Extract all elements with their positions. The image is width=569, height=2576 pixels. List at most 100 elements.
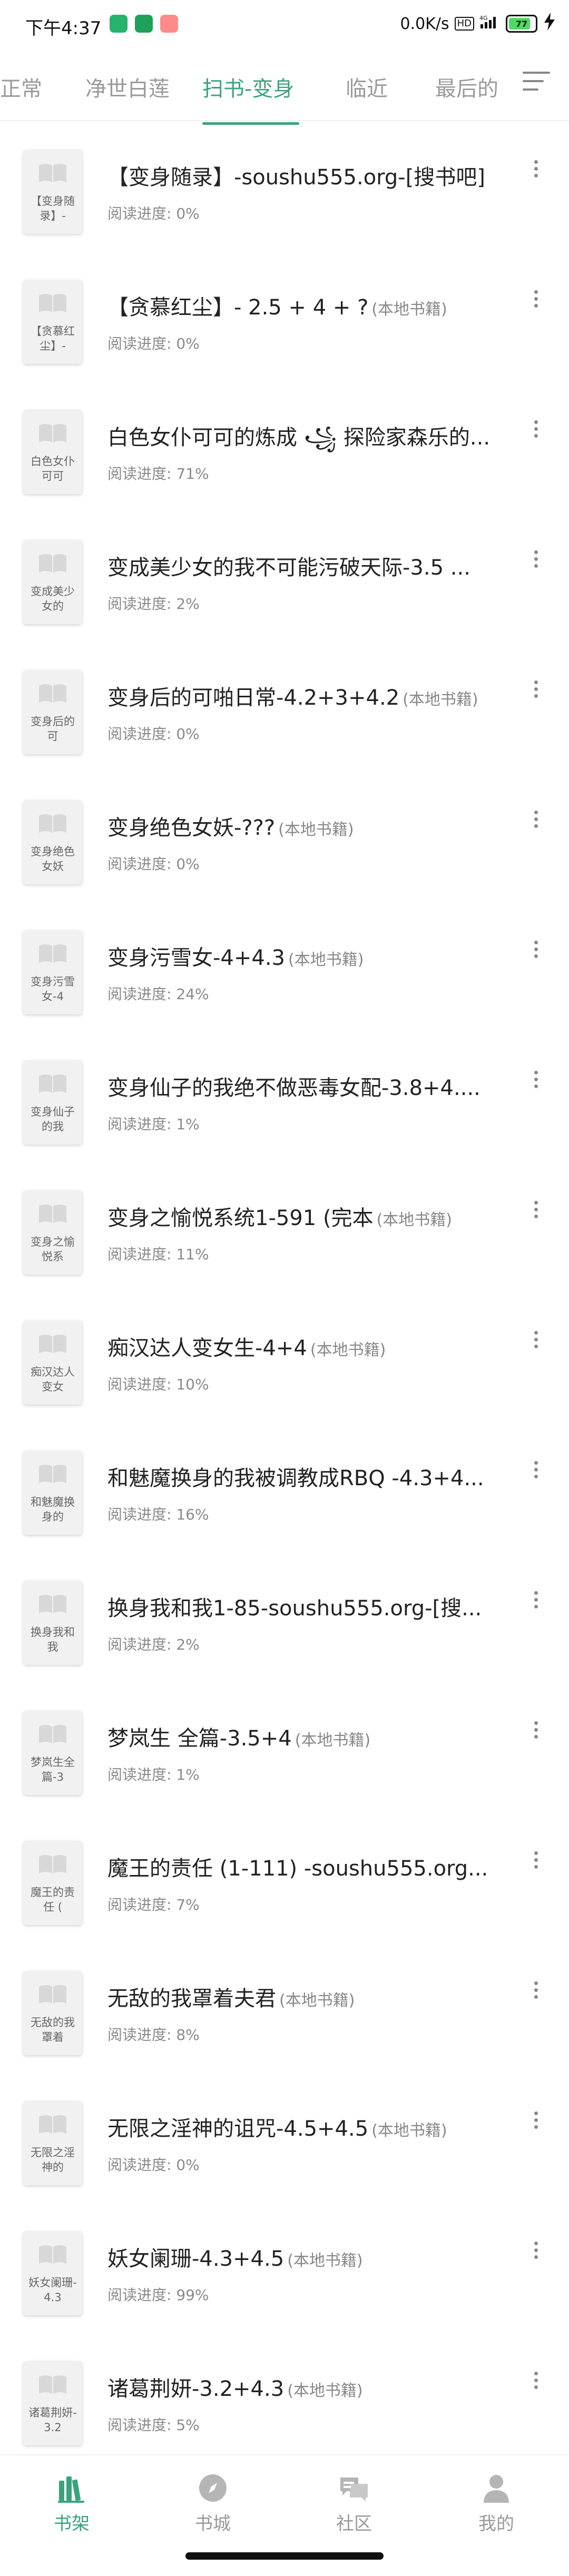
book-title-text: 妖女阑珊-4.3+4.5 xyxy=(107,2247,284,2271)
book-list-item[interactable]: 变身污雪女-4 变身污雪女-4+4.3 (本地书籍) 阅读进度: 24% xyxy=(0,903,569,1033)
tab-zuihou[interactable]: 最后的 xyxy=(435,72,498,102)
book-cover[interactable]: 【变身随录】- xyxy=(23,150,82,234)
book-cover-title: 变成美少女的 xyxy=(31,585,75,613)
more-options-icon[interactable] xyxy=(534,1851,539,1869)
battery-level: 77 xyxy=(515,18,528,29)
book-cover[interactable]: 梦岚生全篇-3 xyxy=(23,1711,82,1795)
nav-bookstore[interactable]: 书城 xyxy=(160,2471,266,2535)
more-options-icon[interactable] xyxy=(534,2372,539,2389)
book-title[interactable]: 变成美少女的我不可能污破天际-3.5 ... xyxy=(107,550,497,581)
book-list-item[interactable]: 变成美少女的 变成美少女的我不可能污破天际-3.5 ... 阅读进度: 2% xyxy=(0,512,569,643)
local-book-tag: (本地书籍) xyxy=(371,2121,447,2140)
book-cover[interactable]: 诸葛荆妍-3.2 xyxy=(23,2361,82,2445)
book-list-item[interactable]: 变身后的可 变身后的可啪日常-4.2+3+4.2 (本地书籍) 阅读进度: 0% xyxy=(0,643,569,773)
book-title[interactable]: 变身后的可啪日常-4.2+3+4.2 (本地书籍) xyxy=(107,680,497,711)
more-options-icon[interactable] xyxy=(534,160,539,177)
book-list-item[interactable]: 无敌的我罩着 无敌的我罩着夫君 (本地书籍) 阅读进度: 8% xyxy=(0,1943,569,2074)
book-title[interactable]: 妖女阑珊-4.3+4.5 (本地书籍) xyxy=(107,2242,497,2272)
book-title[interactable]: 无限之淫神的诅咒-4.5+4.5 (本地书籍) xyxy=(107,2111,497,2142)
book-cover-title: 无限之淫神的 xyxy=(31,2146,75,2174)
more-options-icon[interactable] xyxy=(534,420,539,438)
more-options-icon[interactable] xyxy=(534,1591,539,1608)
more-options-icon[interactable] xyxy=(534,290,539,308)
tab-linjin[interactable]: 临近 xyxy=(346,72,388,102)
more-options-icon[interactable] xyxy=(534,680,539,698)
book-placeholder-icon xyxy=(39,1595,66,1613)
book-placeholder-icon xyxy=(39,1335,66,1353)
book-list-item[interactable]: 和魅魔换身的 和魅魔换身的我被调教成RBQ -4.3+4... 阅读进度: 16% xyxy=(0,1423,569,1553)
more-options-icon[interactable] xyxy=(534,2111,539,2129)
book-cover[interactable]: 痴汉达人变女 xyxy=(23,1320,82,1405)
book-cover[interactable]: 变身仙子的我 xyxy=(23,1060,82,1144)
book-title[interactable]: 【贪慕红尘】- 2.5 + 4 + ? (本地书籍) xyxy=(107,290,497,321)
book-title[interactable]: 变身之愉悦系统1-591 (完本 (本地书籍) xyxy=(107,1201,497,1231)
book-title[interactable]: 变身绝色女妖-??? (本地书籍) xyxy=(107,811,497,841)
book-title[interactable]: 变身污雪女-4+4.3 (本地书籍) xyxy=(107,941,497,971)
more-options-icon[interactable] xyxy=(534,1981,539,1999)
more-options-icon[interactable] xyxy=(534,1721,539,1739)
book-cover[interactable]: 魔王的责任 ( xyxy=(23,1841,82,1925)
reading-progress: 阅读进度: 11% xyxy=(107,1246,209,1263)
local-book-tag: (本地书籍) xyxy=(376,1211,452,1229)
nav-mine[interactable]: 我的 xyxy=(444,2471,549,2535)
tab-saoshu-bianshen[interactable]: 扫书-变身 xyxy=(202,72,294,102)
book-cover[interactable]: 变身污雪女-4 xyxy=(23,930,82,1014)
book-title[interactable]: 梦岚生 全篇-3.5+4 (本地书籍) xyxy=(107,1721,497,1752)
nav-bookshelf[interactable]: 书架 xyxy=(19,2471,124,2535)
book-list-item[interactable]: 白色女仆可可 白色女仆可可的炼成 ꧁ 探险家森乐的... 阅读进度: 71% xyxy=(0,382,569,512)
book-list-item[interactable]: 变身绝色女妖 变身绝色女妖-??? (本地书籍) 阅读进度: 0% xyxy=(0,773,569,903)
more-options-icon[interactable] xyxy=(534,1461,539,1478)
more-options-icon[interactable] xyxy=(534,550,539,568)
more-options-icon[interactable] xyxy=(534,1201,539,1218)
book-title[interactable]: 诸葛荆妍-3.2+4.3 (本地书籍) xyxy=(107,2372,497,2402)
battery-icon: 77 xyxy=(506,15,537,33)
book-cover[interactable]: 变身绝色女妖 xyxy=(23,800,82,884)
book-title[interactable]: 无敌的我罩着夫君 (本地书籍) xyxy=(107,1981,497,2012)
book-title[interactable]: 【变身随录】-soushu555.org-[搜书吧] xyxy=(107,160,497,191)
book-placeholder-icon xyxy=(39,164,66,182)
book-list-item[interactable]: 无限之淫神的 无限之淫神的诅咒-4.5+4.5 (本地书籍) 阅读进度: 0% xyxy=(0,2074,569,2204)
book-title[interactable]: 换身我和我1-85-soushu555.org-[搜... xyxy=(107,1591,497,1622)
book-list-item[interactable]: 换身我和我 换身我和我1-85-soushu555.org-[搜... 阅读进度: … xyxy=(0,1553,569,1683)
book-list-item[interactable]: 妖女阑珊-4.3 妖女阑珊-4.3+4.5 (本地书籍) 阅读进度: 99% xyxy=(0,2204,569,2334)
book-list-item[interactable]: 变身之愉悦系 变身之愉悦系统1-591 (完本 (本地书籍) 阅读进度: 11% xyxy=(0,1163,569,1293)
more-options-icon[interactable] xyxy=(534,811,539,828)
more-options-icon[interactable] xyxy=(534,1071,539,1088)
book-title[interactable]: 和魅魔换身的我被调教成RBQ -4.3+4... xyxy=(107,1461,497,1492)
book-title[interactable]: 白色女仆可可的炼成 ꧁ 探险家森乐的... xyxy=(107,420,497,464)
book-cover[interactable]: 妖女阑珊-4.3 xyxy=(23,2231,82,2315)
book-list-item[interactable]: 魔王的责任 (魔王的责任 (1-111) -soushu555.org... 阅读… xyxy=(0,1813,569,1943)
book-cover[interactable]: 变身后的可 xyxy=(23,670,82,754)
more-options-icon[interactable] xyxy=(534,941,539,958)
book-title[interactable]: 魔王的责任 (1-111) -soushu555.org... xyxy=(107,1851,497,1882)
book-placeholder-icon xyxy=(39,2115,66,2134)
book-title[interactable]: 痴汉达人变女生-4+4 (本地书籍) xyxy=(107,1331,497,1361)
book-cover[interactable]: 无敌的我罩着 xyxy=(23,1971,82,2055)
chat-icon xyxy=(340,2478,368,2502)
book-cover[interactable]: 变身之愉悦系 xyxy=(23,1190,82,1275)
more-options-icon[interactable] xyxy=(534,1331,539,1348)
more-options-icon[interactable] xyxy=(534,2242,539,2259)
reading-progress: 阅读进度: 0% xyxy=(107,855,200,873)
tab-normal[interactable]: 正常 xyxy=(0,72,42,102)
book-cover[interactable]: 无限之淫神的 xyxy=(23,2101,82,2185)
book-list-item[interactable]: 变身仙子的我 变身仙子的我绝不做恶毒女配-3.8+4.... 阅读进度: 1% xyxy=(0,1033,569,1163)
book-title[interactable]: 变身仙子的我绝不做恶毒女配-3.8+4.... xyxy=(107,1071,497,1101)
book-list-item[interactable]: 【贪慕红尘】- 【贪慕红尘】- 2.5 + 4 + ? (本地书籍) 阅读进度: 0% xyxy=(0,252,569,382)
book-cover[interactable]: 【贪慕红尘】- xyxy=(23,280,82,364)
book-list-item[interactable]: 梦岚生全篇-3 梦岚生 全篇-3.5+4 (本地书籍) 阅读进度: 1% xyxy=(0,1683,569,1813)
book-cover[interactable]: 变成美少女的 xyxy=(23,540,82,624)
book-list-item[interactable]: 【变身随录】- 【变身随录】-soushu555.org-[搜书吧] 阅读进度: 0… xyxy=(0,122,569,252)
book-cover[interactable]: 白色女仆可可 xyxy=(23,410,82,494)
home-indicator[interactable] xyxy=(185,2552,384,2560)
book-title-text: 变身之愉悦系统1-591 (完本 xyxy=(107,1206,374,1230)
nav-community[interactable]: 社区 xyxy=(301,2471,407,2535)
book-cover-title: 变身后的可 xyxy=(31,715,75,743)
book-cover[interactable]: 换身我和我 xyxy=(23,1581,82,1665)
book-cover[interactable]: 和魅魔换身的 xyxy=(23,1450,82,1535)
network-speed: 0.0K/s xyxy=(400,14,449,33)
tab-jingshi-bailian[interactable]: 净世白莲 xyxy=(85,72,170,102)
group-menu-icon[interactable] xyxy=(523,72,550,97)
book-list-item[interactable]: 诸葛荆妍-3.2 诸葛荆妍-3.2+4.3 (本地书籍) 阅读进度: 5% xyxy=(0,2334,569,2464)
book-list-item[interactable]: 痴汉达人变女 痴汉达人变女生-4+4 (本地书籍) 阅读进度: 10% xyxy=(0,1293,569,1423)
